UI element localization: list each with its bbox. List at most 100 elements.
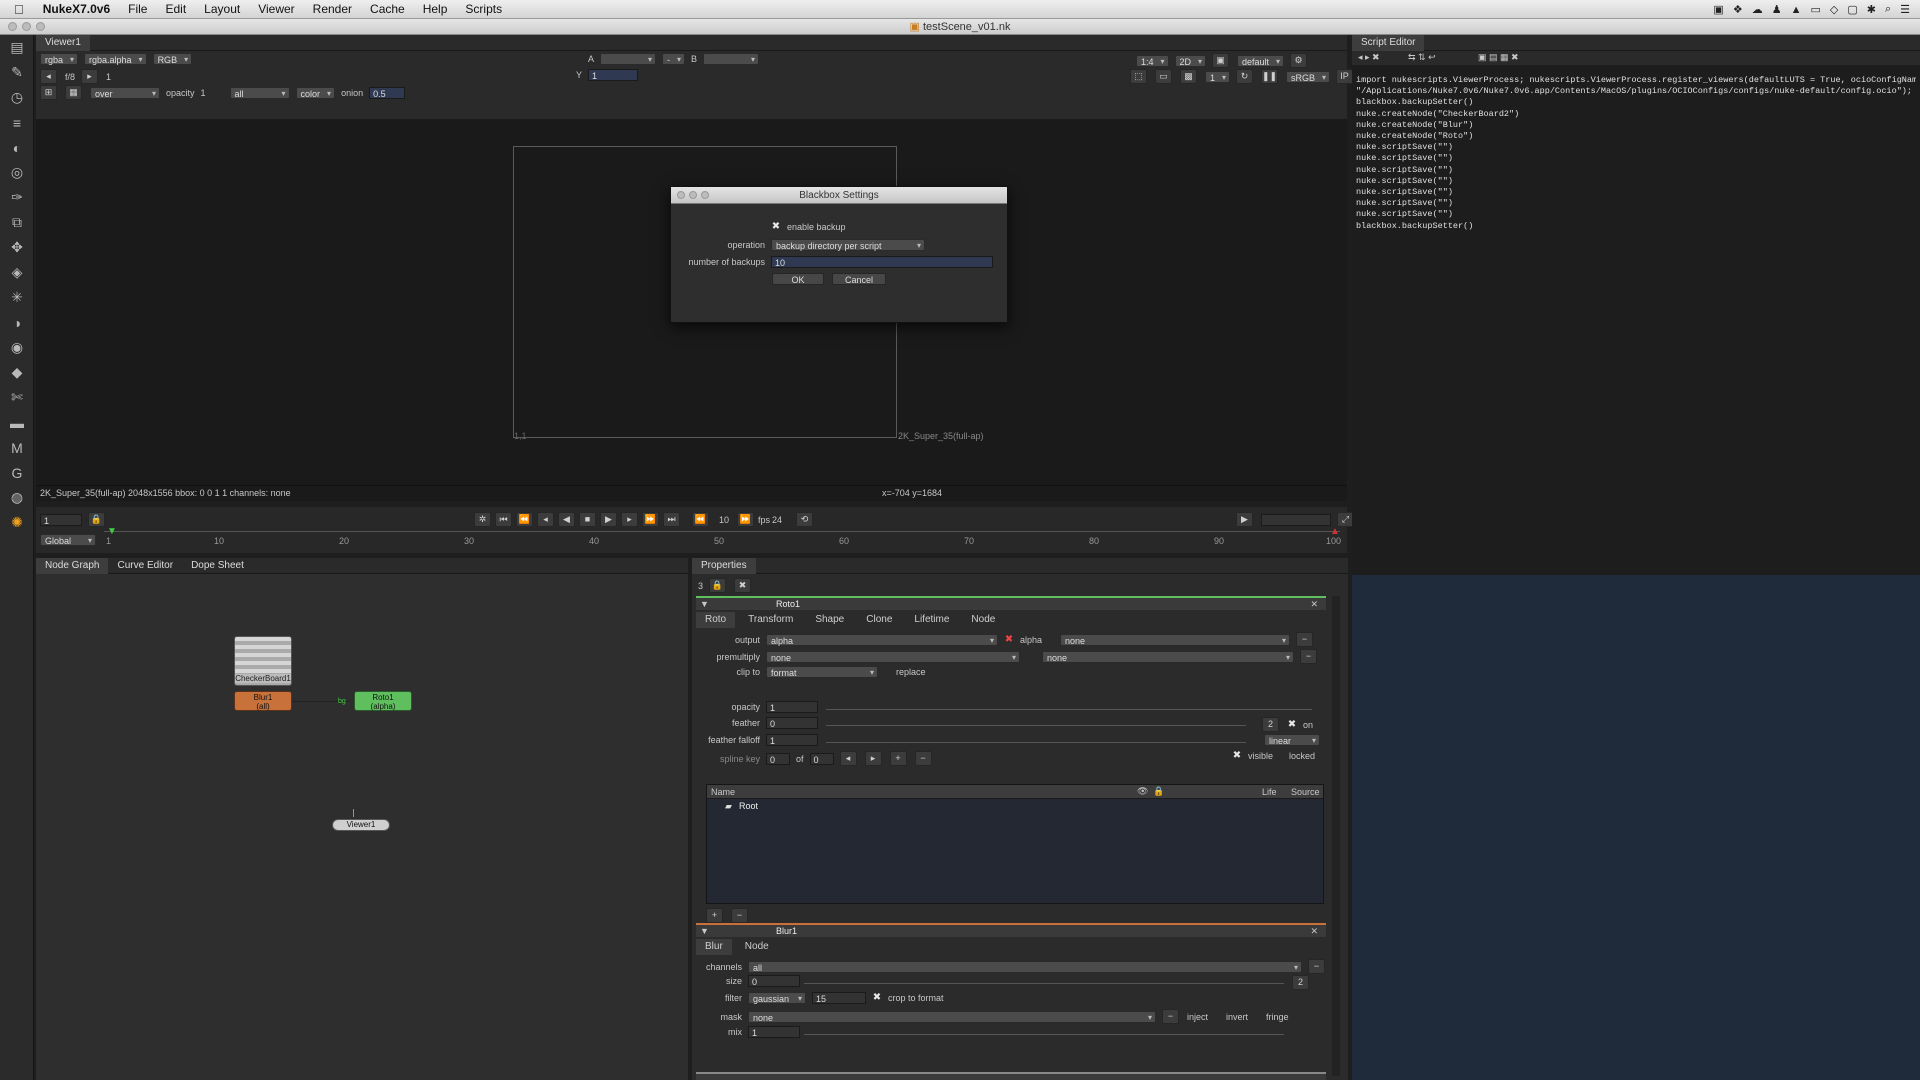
current-frame-field[interactable]: 1 — [40, 513, 82, 526]
viewer-node[interactable]: Viewer1 — [332, 819, 390, 831]
menu-layout[interactable]: Layout — [195, 2, 249, 16]
on-checkbox[interactable]: ✖ — [1287, 719, 1297, 730]
dialog-minimize-button[interactable] — [689, 191, 697, 199]
mask-dropdown[interactable]: none — [748, 1010, 1156, 1024]
add-key-icon[interactable]: + — [889, 751, 907, 766]
inject-label[interactable]: inject — [1187, 1012, 1208, 1022]
dialog-zoom-button[interactable] — [701, 191, 709, 199]
collapse-icon[interactable]: ▼ — [700, 599, 709, 609]
roto-name[interactable]: Roto1 — [776, 599, 800, 609]
gamma-field[interactable]: 1 — [588, 69, 639, 81]
tab-viewer1[interactable]: Viewer1 — [36, 34, 90, 51]
size-field[interactable]: 0 — [748, 975, 800, 987]
skip-back-icon[interactable]: ⏪ — [692, 512, 709, 527]
operation-dropdown[interactable]: backup directory per script — [771, 239, 925, 252]
invert-label[interactable]: invert — [1226, 1012, 1248, 1022]
output-mask-dropdown[interactable]: none — [1060, 633, 1291, 647]
frame-num-box[interactable]: 2 — [1262, 717, 1279, 732]
checker-icon[interactable]: ▦ — [65, 85, 82, 100]
tab-properties[interactable]: Properties — [692, 557, 756, 574]
3d-tool-icon[interactable]: ◈ — [0, 260, 34, 285]
tab-roto[interactable]: Roto — [696, 612, 736, 628]
table-row[interactable]: ▰ Root — [707, 799, 1323, 813]
overlay-icon[interactable]: ⊞ — [40, 85, 57, 100]
first-frame-icon[interactable]: ⏮ — [495, 512, 512, 527]
time-tool-icon[interactable]: ◷ — [0, 85, 34, 110]
tab-dope-sheet[interactable]: Dope Sheet — [182, 558, 253, 574]
next-key-icon[interactable]: ⏩ — [642, 512, 659, 527]
screen-icon[interactable]: ▣ — [1713, 3, 1723, 16]
layer-dropdown[interactable]: rgba.alpha — [84, 53, 147, 66]
deep-tool-icon[interactable]: ◑ — [0, 310, 34, 335]
metadata-tool-icon[interactable]: ◆ — [0, 360, 34, 385]
minus-icon[interactable]: − — [1308, 959, 1325, 974]
list-icon[interactable]: ☰ — [1900, 3, 1910, 16]
particles-tool-icon[interactable]: ✳ — [0, 285, 34, 310]
cancel-button[interactable]: Cancel — [832, 273, 886, 285]
fstop-right-icon[interactable]: ▸ — [81, 69, 99, 84]
opacity-field[interactable]: 1 — [766, 701, 818, 713]
menu-viewer[interactable]: Viewer — [249, 2, 303, 16]
m-tool-icon[interactable]: M — [0, 435, 34, 460]
app-menu[interactable]: NukeX7.0v6 — [34, 2, 119, 16]
visible-checkbox[interactable]: ✖ — [1232, 751, 1242, 761]
collapse-icon[interactable]: ▼ — [700, 926, 709, 936]
lut-dropdown[interactable]: default — [1237, 54, 1285, 68]
blur-name[interactable]: Blur1 — [776, 926, 797, 936]
filter-tool-icon[interactable]: ◎ — [0, 160, 34, 185]
channels-dropdown[interactable]: rgba — [40, 53, 79, 66]
lock-range-icon[interactable]: 🔒 — [88, 512, 105, 527]
spline-key-field[interactable]: 0 — [766, 752, 790, 765]
zoom-dropdown[interactable]: 1:4 — [1136, 54, 1169, 68]
color-dropdown[interactable]: color — [295, 86, 336, 100]
frame-range-field[interactable] — [1261, 513, 1331, 526]
lock-panel-icon[interactable]: 🔒 — [709, 578, 727, 593]
checkerboard-node[interactable]: CheckerBoard1 — [234, 636, 292, 686]
downscale-icon[interactable]: ▩ — [1180, 69, 1197, 84]
fps-value[interactable]: 24 — [772, 515, 794, 525]
locked-label[interactable]: locked — [1289, 751, 1315, 761]
col-source[interactable]: Source — [1291, 787, 1320, 797]
tab-curve-editor[interactable]: Curve Editor — [108, 558, 182, 574]
downrez-dropdown[interactable]: 1 — [1205, 70, 1231, 84]
tab-lifetime[interactable]: Lifetime — [905, 612, 958, 628]
output-dropdown[interactable]: alpha — [766, 633, 998, 647]
checkerboard-header[interactable] — [696, 1072, 1326, 1080]
ip-icon[interactable]: IP — [1336, 69, 1354, 84]
clear-panels-icon[interactable]: ✖ — [734, 578, 752, 593]
settings-gear-icon[interactable]: ✲ — [474, 512, 491, 527]
tab-clone[interactable]: Clone — [857, 612, 901, 628]
mix-slider[interactable] — [804, 1034, 1284, 1035]
scope-dropdown[interactable]: Global — [40, 534, 96, 547]
fstop-value[interactable]: f/8 — [65, 72, 75, 82]
filter-quality-field[interactable]: 15 — [812, 992, 866, 1004]
fringe-label[interactable]: fringe — [1266, 1012, 1289, 1022]
run-script-icon[interactable]: ▣ ▤ ▦ ✖ — [1478, 52, 1519, 63]
roto-node[interactable]: Roto1 (alpha) — [354, 691, 412, 711]
keyer-tool-icon[interactable]: ✑ — [0, 185, 34, 210]
menu-cache[interactable]: Cache — [361, 2, 414, 16]
tab-shape[interactable]: Shape — [806, 612, 853, 628]
other-tool-icon[interactable]: ▬ — [0, 410, 34, 435]
tab-node[interactable]: Node — [962, 612, 1004, 628]
replace-label[interactable]: replace — [896, 667, 926, 677]
image-tool-icon[interactable]: ▤ — [0, 35, 34, 60]
g-tool-icon[interactable]: G — [0, 460, 34, 485]
close-panel-icon[interactable]: ✕ — [1310, 926, 1318, 937]
bluetooth-icon[interactable]: ✱ — [1867, 3, 1876, 16]
dropbox-icon[interactable]: ❖ — [1733, 3, 1743, 16]
number-of-backups-field[interactable]: 10 — [771, 256, 993, 268]
dialog-close-button[interactable] — [677, 191, 685, 199]
stop-icon[interactable]: ■ — [579, 512, 596, 527]
prev-key-icon[interactable]: ◂ — [839, 751, 857, 766]
menu-render[interactable]: Render — [304, 2, 361, 16]
minus-icon[interactable]: − — [1296, 632, 1314, 647]
nuke-logo-icon[interactable]: ✺ — [0, 510, 34, 535]
col-life[interactable]: Life — [1262, 787, 1277, 797]
tag-icon[interactable]: ◇ — [1830, 3, 1838, 16]
increment-value[interactable]: 10 — [713, 515, 735, 525]
cloud-icon[interactable]: ☁ — [1752, 3, 1763, 16]
close-panel-icon[interactable]: ✕ — [1310, 599, 1318, 610]
end-marker[interactable]: ▲ — [1330, 526, 1340, 537]
toolsets-tool-icon[interactable]: ✄ — [0, 385, 34, 410]
